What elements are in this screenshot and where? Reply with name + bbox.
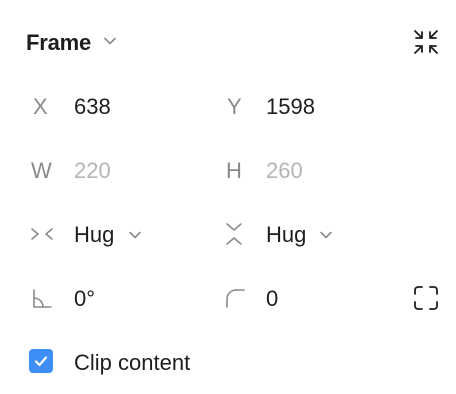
y-input[interactable]: 1598	[266, 94, 315, 120]
chevron-down-icon[interactable]	[103, 36, 117, 46]
y-label: Y	[227, 94, 242, 119]
h-label: H	[226, 158, 242, 183]
clip-content-label[interactable]: Clip content	[74, 350, 190, 376]
corner-radius-input[interactable]: 0	[266, 286, 278, 312]
x-label: X	[33, 94, 48, 119]
x-input[interactable]: 638	[74, 94, 111, 120]
chevron-down-icon[interactable]	[319, 230, 333, 240]
vertical-resizing-select[interactable]: Hug	[266, 222, 306, 248]
clip-content-checkbox[interactable]	[29, 349, 53, 373]
independent-corners-icon[interactable]	[412, 284, 440, 312]
w-input[interactable]: 220	[74, 158, 111, 184]
h-input[interactable]: 260	[266, 158, 303, 184]
chevron-down-icon[interactable]	[128, 230, 142, 240]
horizontal-resizing-select[interactable]: Hug	[74, 222, 114, 248]
hug-vertical-icon	[224, 222, 244, 246]
w-label: W	[31, 158, 52, 183]
frame-title[interactable]: Frame	[26, 30, 91, 56]
checkmark-icon	[33, 353, 49, 369]
hug-horizontal-icon	[30, 226, 54, 242]
rotation-angle-icon	[31, 288, 53, 310]
corner-radius-icon	[224, 287, 246, 309]
frame-properties-panel: Frame X 638 Y 1598 W 220 H 260 Hug Hug 0…	[0, 0, 456, 394]
collapse-arrows-icon[interactable]	[412, 28, 440, 56]
rotation-input[interactable]: 0°	[74, 286, 95, 312]
